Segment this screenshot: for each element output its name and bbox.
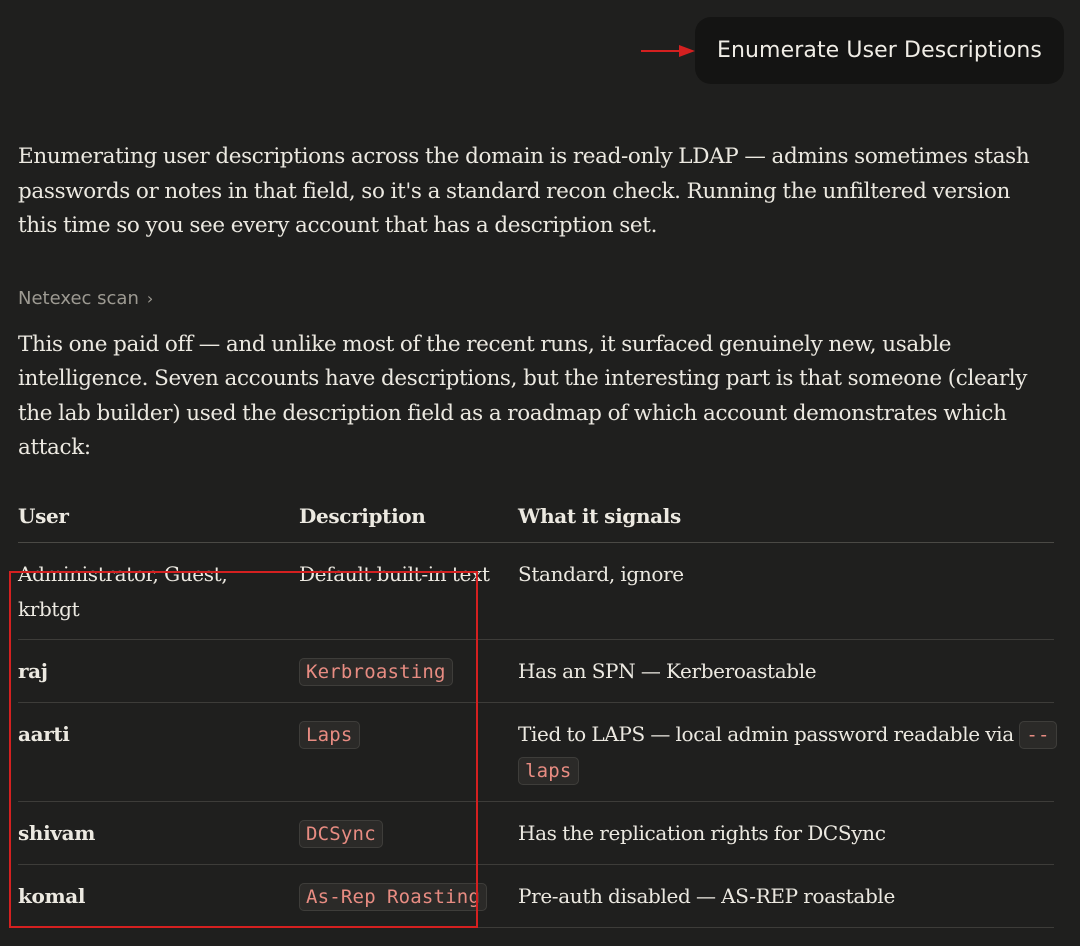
table-row: shivam DCSync Has the replication rights… [18,801,1054,865]
description-code: As-Rep Roasting [299,882,488,911]
column-header-signal: What it signals [518,493,1054,543]
chevron-right-icon: › [146,289,154,308]
assistant-summary-text: This one paid off — and unlike most of t… [18,331,1028,461]
column-header-user: User [18,493,299,543]
table-row: aarti Laps Tied to LAPS — local admin pa… [18,702,1057,802]
user-name: komal [18,883,86,908]
user-message-bubble: Enumerate User Descriptions [694,17,1064,84]
assistant-intro-text: Enumerating user descriptions across the… [18,144,1030,238]
user-name: raj [18,658,48,683]
assistant-response: Enumerating user descriptions across the… [18,140,1057,928]
cell-signal: Tied to LAPS — local admin password read… [518,702,1057,802]
cell-description: As-Rep Roasting [299,864,518,928]
cell-signal: Has the replication rights for DCSync [518,801,1054,865]
cell-user: Administrator, Guest, krbtgt [18,542,299,640]
cell-user: aarti [18,702,299,802]
cell-description: Default built-in text [299,542,518,640]
user-descriptions-table: User Description What it signals Adminis… [18,493,1057,928]
cell-user: raj [18,639,299,703]
table-row: Administrator, Guest, krbtgt Default bui… [18,542,1054,640]
tool-call-label: Netexec scan [18,288,139,309]
table-header-row: User Description What it signals [18,493,1054,543]
user-name: shivam [18,820,96,845]
cell-signal: Standard, ignore [518,542,1054,640]
cell-description: Kerbroasting [299,639,518,703]
cell-description: Laps [299,702,518,802]
cell-user: komal [18,864,299,928]
column-header-description: Description [299,493,518,543]
cell-description: DCSync [299,801,518,865]
description-code: Kerbroasting [299,657,453,686]
tool-call-expander[interactable]: Netexec scan › [18,284,1054,314]
table-row: raj Kerbroasting Has an SPN — Kerberoast… [18,639,1054,703]
cell-user: shivam [18,801,299,865]
signal-text: Tied to LAPS — local admin password read… [518,721,1020,746]
cell-signal: Pre-auth disabled — AS-REP roastable [518,864,1054,928]
cell-signal: Has an SPN — Kerberoastable [518,639,1054,703]
description-code: DCSync [299,819,383,848]
arrow-right-icon [640,44,695,57]
table-row: komal As-Rep Roasting Pre-auth disabled … [18,864,1054,928]
user-name: aarti [18,721,70,746]
description-code: Laps [299,720,360,749]
user-message-row: Enumerate User Descriptions [640,17,1064,84]
